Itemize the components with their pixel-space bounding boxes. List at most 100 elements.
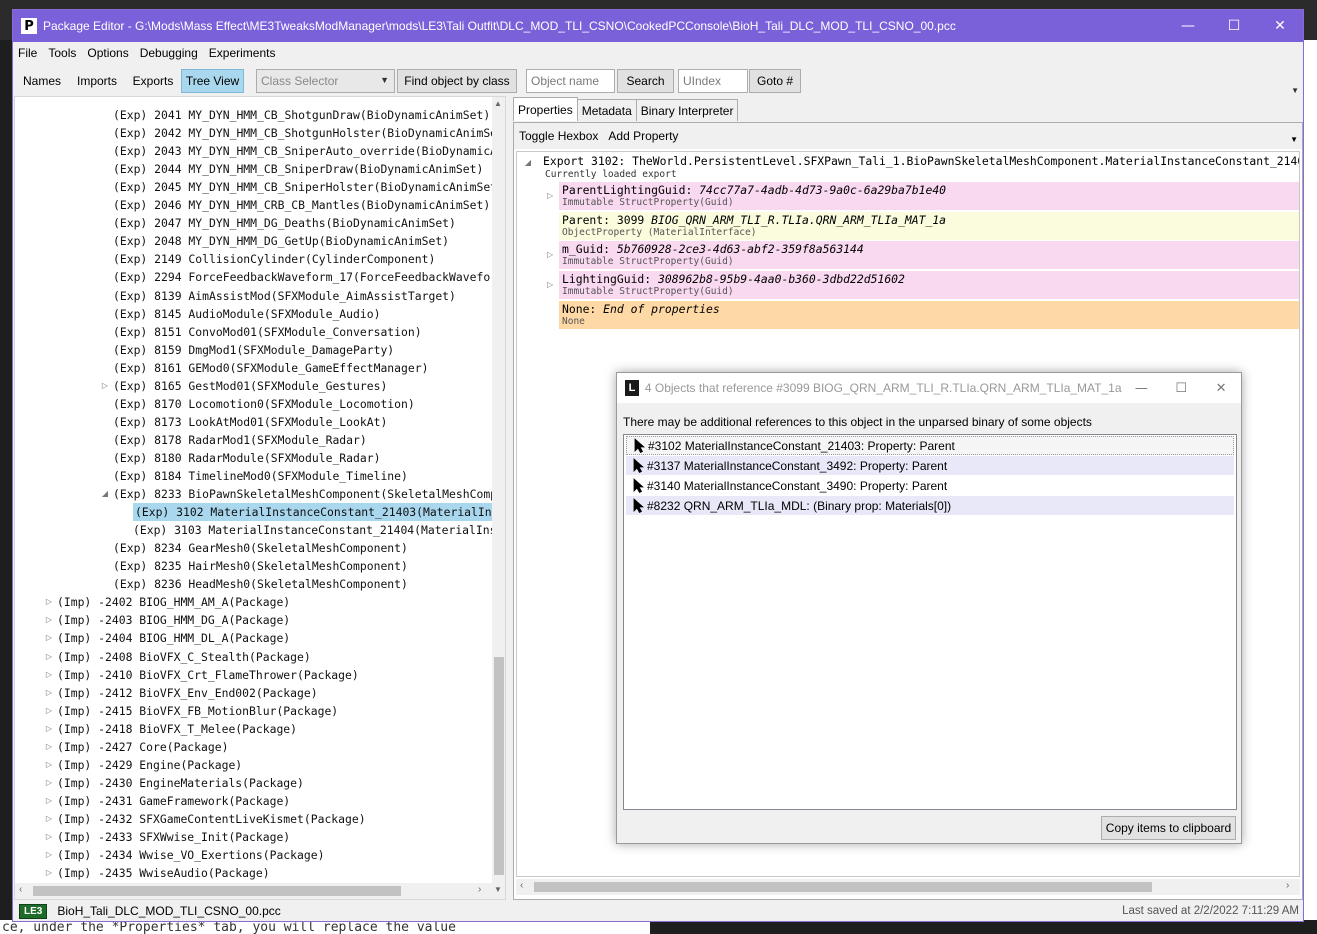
subtoolbar-overflow-icon[interactable]: ▼ bbox=[1290, 135, 1298, 144]
tree-row[interactable]: (Exp) 2149 CollisionCylinder(CylinderCom… bbox=[113, 250, 435, 268]
expand-arrow-icon[interactable]: ▷ bbox=[44, 850, 54, 859]
tree-row[interactable]: (Exp) 8145 AudioModule(SFXModule_Audio) bbox=[113, 305, 380, 323]
tree-row[interactable]: (Exp) 8170 Locomotion0(SFXModule_Locomot… bbox=[113, 395, 415, 413]
close-button[interactable]: ✕ bbox=[1257, 10, 1303, 42]
expand-arrow-icon[interactable]: ▷ bbox=[44, 814, 54, 823]
tab-properties[interactable]: Properties bbox=[513, 97, 578, 121]
menu-file[interactable]: File bbox=[13, 46, 42, 60]
tree-row[interactable]: (Exp) 8165 GestMod01(SFXModule_Gestures) bbox=[113, 377, 387, 395]
expand-arrow-icon[interactable]: ▷ bbox=[44, 633, 54, 642]
tree-row[interactable]: (Imp) -2432 SFXGameContentLiveKismet(Pac… bbox=[57, 810, 366, 828]
tree-row[interactable]: (Exp) 2044 MY_DYN_HMM_CB_SniperDraw(BioD… bbox=[113, 160, 483, 178]
class-selector-dropdown[interactable]: Class Selector ▼ bbox=[256, 69, 395, 93]
expand-arrow-icon[interactable]: ▷ bbox=[547, 250, 553, 259]
tree-row[interactable]: (Imp) -2430 EngineMaterials(Package) bbox=[57, 774, 304, 792]
tree-row[interactable]: (Exp) 8233 BioPawnSkeletalMeshComponent(… bbox=[113, 485, 504, 503]
expand-arrow-icon[interactable]: ▷ bbox=[100, 381, 110, 390]
tree-row[interactable]: (Exp) 3103 MaterialInstanceConstant_2140… bbox=[133, 521, 503, 539]
tree-row[interactable]: (Exp) 8178 RadarMod1(SFXModule_Radar) bbox=[113, 431, 367, 449]
tab-metadata[interactable]: Metadata bbox=[576, 99, 637, 121]
imports-button[interactable]: Imports bbox=[71, 69, 123, 93]
tree-row[interactable]: (Exp) 8235 HairMesh0(SkeletalMeshCompone… bbox=[113, 557, 408, 575]
tree-row[interactable]: (Exp) 8184 TimelineMod0(SFXModule_Timeli… bbox=[113, 467, 408, 485]
property-horizontal-scrollbar[interactable]: ‹ › bbox=[516, 879, 1300, 895]
tree-row[interactable]: (Imp) -2434 Wwise_VO_Exertions(Package) bbox=[57, 846, 324, 864]
scroll-down-icon[interactable]: ▼ bbox=[494, 885, 502, 894]
expand-arrow-icon[interactable]: ▷ bbox=[44, 670, 54, 679]
expand-arrow-icon[interactable]: ▷ bbox=[44, 597, 54, 606]
copy-to-clipboard-button[interactable]: Copy items to clipboard bbox=[1101, 816, 1236, 840]
menu-experiments[interactable]: Experiments bbox=[204, 46, 281, 60]
exports-button[interactable]: Exports bbox=[127, 69, 179, 93]
property-row[interactable]: Parent: 3099 BIOG_QRN_ARM_TLI_R.TLIa.QRN… bbox=[559, 212, 1299, 240]
expand-arrow-icon[interactable]: ▷ bbox=[44, 868, 54, 877]
add-property-button[interactable]: Add Property bbox=[603, 129, 683, 143]
object-name-input[interactable]: Object name bbox=[526, 69, 615, 93]
expand-arrow-icon[interactable]: ▷ bbox=[44, 652, 54, 661]
menu-debugging[interactable]: Debugging bbox=[135, 46, 203, 60]
tree-row[interactable]: (Exp) 8234 GearMesh0(SkeletalMeshCompone… bbox=[113, 539, 408, 557]
maximize-button[interactable]: ☐ bbox=[1211, 10, 1257, 42]
scroll-left-icon[interactable]: ‹ bbox=[520, 880, 523, 891]
tree-row[interactable]: (Imp) -2403 BIOG_HMM_DG_A(Package) bbox=[57, 611, 290, 629]
reference-item[interactable]: #3137 MaterialInstanceConstant_3492: Pro… bbox=[626, 456, 1234, 475]
search-button[interactable]: Search bbox=[617, 69, 674, 93]
reference-item[interactable]: #3102 MaterialInstanceConstant_21403: Pr… bbox=[626, 436, 1234, 455]
expand-arrow-icon[interactable]: ▷ bbox=[44, 832, 54, 841]
dialog-minimize-button[interactable]: — bbox=[1122, 373, 1162, 403]
tree-row[interactable]: (Exp) 2042 MY_DYN_HMM_CB_ShotgunHolster(… bbox=[113, 124, 504, 142]
tree-row[interactable]: (Exp) 3102 MaterialInstanceConstant_2140… bbox=[133, 503, 505, 522]
tree-row[interactable]: (Exp) 2041 MY_DYN_HMM_CB_ShotgunDraw(Bio… bbox=[113, 106, 490, 124]
property-row[interactable]: LightingGuid: 308962b8-95b9-4aa0-b360-3d… bbox=[559, 271, 1299, 299]
goto-button[interactable]: Goto # bbox=[749, 69, 801, 93]
tree-row[interactable]: (Exp) 2294 ForceFeedbackWaveform_17(Forc… bbox=[113, 268, 504, 286]
tree-row[interactable]: (Exp) 8173 LookAtMod01(SFXModule_LookAt) bbox=[113, 413, 387, 431]
tree-row[interactable]: (Imp) -2402 BIOG_HMM_AM_A(Package) bbox=[57, 593, 290, 611]
tree-horizontal-scrollbar[interactable]: ‹ › bbox=[15, 883, 492, 899]
tree-row[interactable]: (Exp) 2043 MY_DYN_HMM_CB_SniperAuto_over… bbox=[113, 142, 504, 160]
collapse-icon[interactable]: ◢ bbox=[523, 158, 533, 167]
tree-row[interactable]: (Imp) -2431 GameFramework(Package) bbox=[57, 792, 290, 810]
property-row[interactable]: None: End of properties None bbox=[559, 301, 1299, 329]
expand-arrow-icon[interactable]: ▷ bbox=[44, 615, 54, 624]
expand-arrow-icon[interactable]: ▷ bbox=[44, 706, 54, 715]
expand-arrow-icon[interactable]: ▷ bbox=[547, 280, 553, 289]
expand-arrow-icon[interactable]: ▷ bbox=[44, 796, 54, 805]
tree-row[interactable]: (Imp) -2412 BioVFX_Env_End002(Package) bbox=[57, 684, 318, 702]
tree-vertical-scrollbar[interactable]: ▲ ▼ bbox=[492, 97, 505, 899]
scroll-right-icon[interactable]: › bbox=[478, 884, 481, 895]
tree-row[interactable]: (Exp) 8139 AimAssistMod(SFXModule_AimAss… bbox=[113, 287, 456, 305]
expand-arrow-icon[interactable]: ▷ bbox=[44, 760, 54, 769]
tree-row[interactable]: (Exp) 2046 MY_DYN_HMM_CRB_CB_Mantles(Bio… bbox=[113, 196, 490, 214]
expand-arrow-icon[interactable]: ▷ bbox=[44, 688, 54, 697]
toggle-hexbox-button[interactable]: Toggle Hexbox bbox=[514, 129, 603, 143]
tree-row[interactable]: (Imp) -2404 BIOG_HMM_DL_A(Package) bbox=[57, 629, 290, 647]
property-hscroll-thumb[interactable] bbox=[534, 882, 1152, 892]
tab-binary-interpreter[interactable]: Binary Interpreter bbox=[635, 99, 739, 121]
property-row[interactable]: m_Guid: 5b760928-2ce3-4d63-abf2-359f8a56… bbox=[559, 241, 1299, 269]
tree-row[interactable]: (Exp) 8161 GEMod0(SFXModule_GameEffectMa… bbox=[113, 359, 428, 377]
tree-row[interactable]: (Imp) -2429 Engine(Package) bbox=[57, 756, 242, 774]
tree-row[interactable]: (Imp) -2427 Core(Package) bbox=[57, 738, 228, 756]
tree-row[interactable]: (Imp) -2435 WwiseAudio(Package) bbox=[57, 864, 270, 882]
names-button[interactable]: Names bbox=[19, 69, 65, 93]
dialog-title-bar[interactable]: L 4 Objects that reference #3099 BIOG_QR… bbox=[617, 373, 1241, 403]
minimize-button[interactable]: — bbox=[1165, 10, 1211, 42]
tree-scroll-thumb[interactable] bbox=[494, 657, 504, 875]
tree-row[interactable]: (Exp) 8151 ConvoMod01(SFXModule_Conversa… bbox=[113, 323, 422, 341]
tree-row[interactable]: (Exp) 8236 HeadMesh0(SkeletalMeshCompone… bbox=[113, 575, 408, 593]
reference-item[interactable]: #3140 MaterialInstanceConstant_3490: Pro… bbox=[626, 476, 1234, 495]
reference-item[interactable]: #8232 QRN_ARM_TLIa_MDL: (Binary prop: Ma… bbox=[626, 496, 1234, 515]
property-row[interactable]: ParentLightingGuid: 74cc77a7-4adb-4d73-9… bbox=[559, 182, 1299, 210]
toolbar-overflow-icon[interactable]: ▼ bbox=[1291, 86, 1299, 95]
expand-arrow-icon[interactable]: ▷ bbox=[44, 778, 54, 787]
references-list[interactable]: #3102 MaterialInstanceConstant_21403: Pr… bbox=[623, 434, 1237, 810]
tree-row[interactable]: (Imp) -2418 BioVFX_T_Melee(Package) bbox=[57, 720, 297, 738]
export-tree[interactable]: (Exp) 2041 MY_DYN_HMM_CB_ShotgunDraw(Bio… bbox=[14, 96, 506, 900]
menu-options[interactable]: Options bbox=[82, 46, 133, 60]
tree-row[interactable]: (Exp) 8159 DmgMod1(SFXModule_DamageParty… bbox=[113, 341, 394, 359]
expand-arrow-icon[interactable]: ▷ bbox=[547, 191, 553, 200]
scroll-up-icon[interactable]: ▲ bbox=[494, 99, 502, 108]
expand-arrow-icon[interactable]: ▷ bbox=[44, 742, 54, 751]
find-by-class-button[interactable]: Find object by class bbox=[397, 69, 517, 93]
